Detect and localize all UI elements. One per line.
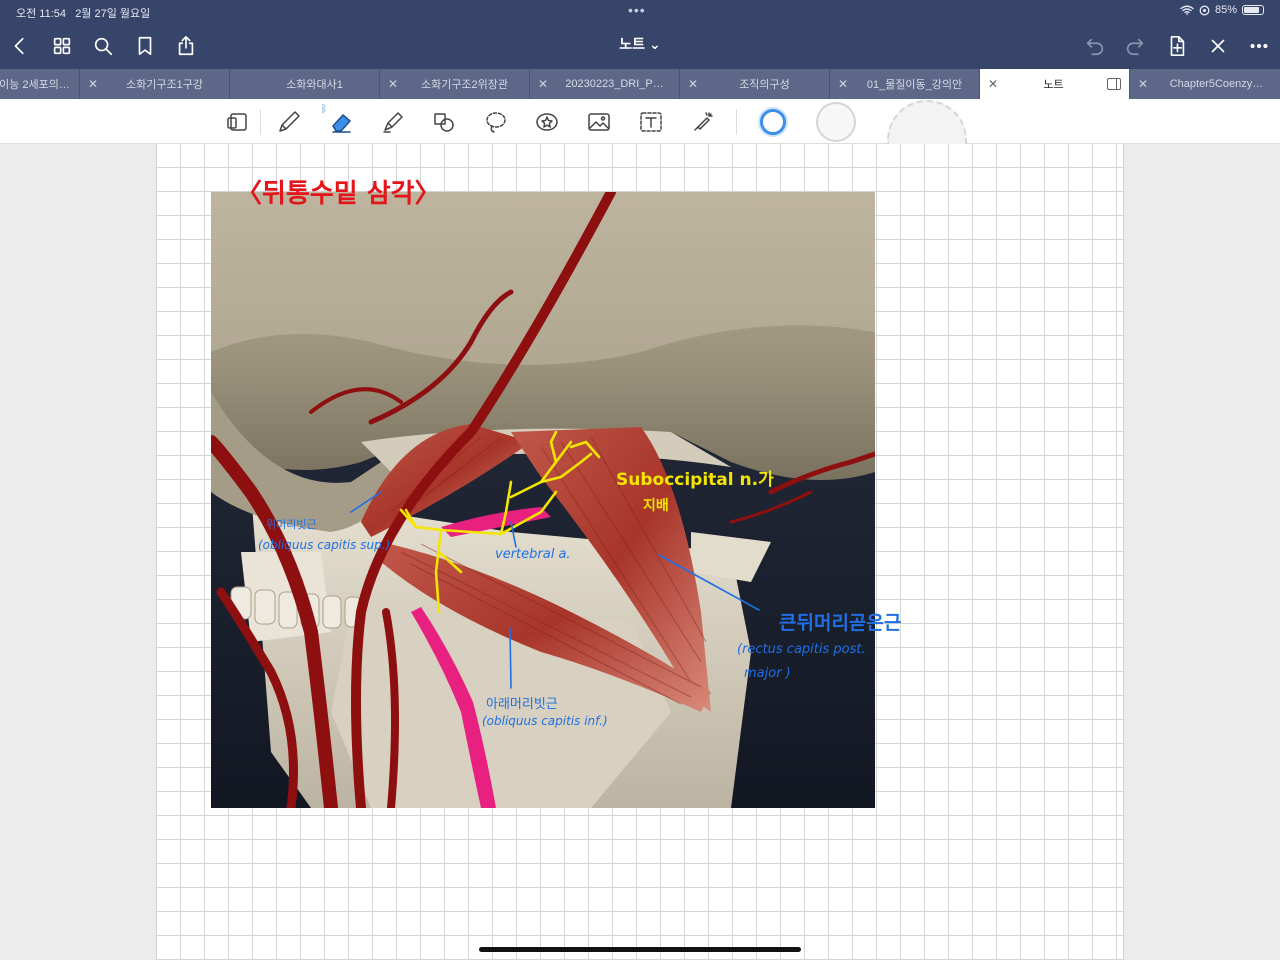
tab-1[interactable]: ✕ 소화기구조1구강: [80, 69, 230, 99]
wifi-icon: [1180, 5, 1194, 15]
sticker-icon: [536, 113, 558, 131]
tool-bar: ᛒ: [0, 99, 1280, 144]
annotation-oblique-inf-en: (obliquus capitis inf.): [482, 714, 608, 728]
image-icon: [588, 113, 610, 131]
battery-icon: [1242, 5, 1264, 15]
pen-tool[interactable]: [272, 105, 306, 139]
annotation-vertebral: vertebral a.: [495, 547, 571, 562]
multitasking-dots-icon[interactable]: •••: [628, 2, 646, 18]
close-tab-icon[interactable]: ✕: [380, 77, 406, 91]
top-bar: 오전 11:54 2월 27일 월요일 ••• 85% 노트 ⌄: [0, 0, 1280, 68]
back-button[interactable]: [6, 32, 34, 60]
tab-4[interactable]: ✕ 20230223_DRI_P…: [530, 69, 680, 99]
undo-button[interactable]: [1081, 32, 1109, 60]
redo-button[interactable]: [1121, 32, 1149, 60]
lasso-tool[interactable]: [479, 105, 513, 139]
annotation-oblique-sup-ko: 위머리빗근: [266, 518, 317, 531]
annotation-nerve: Suboccipital n.가: [616, 470, 774, 490]
search-button[interactable]: [89, 32, 117, 60]
color-swatch-selected[interactable]: [760, 109, 786, 135]
redo-icon: [1126, 38, 1144, 56]
bookmark-icon: [138, 36, 152, 56]
lasso-icon: [486, 112, 506, 133]
eraser-size-medium[interactable]: [816, 102, 856, 142]
chevron-left-icon: [14, 37, 24, 55]
eraser-size-large[interactable]: [887, 100, 967, 144]
status-right: 85%: [1180, 4, 1264, 16]
tab-partial[interactable]: 이능 2세포의…: [0, 69, 80, 99]
annotation-rectus-en-2: major ): [744, 666, 791, 681]
close-tab-icon[interactable]: ✕: [530, 77, 556, 91]
annotation-oblique-inf-ko: 아래머리빗근: [486, 697, 558, 712]
document-title-menu[interactable]: 노트 ⌄: [560, 34, 720, 54]
location-icon: [1199, 5, 1210, 15]
home-indicator[interactable]: [479, 947, 801, 952]
tool-divider: [260, 109, 261, 135]
shapes-tool[interactable]: [427, 105, 461, 139]
tab-2[interactable]: 소화와대사1: [230, 69, 380, 99]
tab-6[interactable]: ✕ 01_물질이동_강의안: [830, 69, 980, 99]
undo-icon: [1086, 38, 1104, 56]
close-tab-icon[interactable]: ✕: [680, 77, 706, 91]
text-tool[interactable]: [634, 105, 668, 139]
share-icon: [178, 36, 194, 56]
highlighter-icon: [383, 112, 403, 133]
tab-bar: 이능 2세포의… ✕ 소화기구조1구강 소화와대사1 ✕ 소화기구조2위장관 ✕…: [0, 68, 1280, 99]
add-page-button[interactable]: [1163, 32, 1191, 60]
read-mode-tool[interactable]: [221, 105, 255, 139]
battery-percent: 85%: [1214, 4, 1237, 16]
sticker-tool[interactable]: [530, 105, 564, 139]
tab-8[interactable]: ✕ Chapter5Coenzy…: [1130, 69, 1280, 99]
text-icon: [640, 112, 662, 132]
annotation-nerve-sub: 지배: [643, 498, 669, 514]
bluetooth-icon: ᛒ: [321, 104, 327, 115]
share-button[interactable]: [172, 32, 200, 60]
eraser-icon: [332, 114, 351, 133]
grid-icon: [53, 37, 71, 55]
annotation-rectus-en-1: (rectus capitis post.: [737, 642, 866, 657]
pen-icon: [279, 111, 300, 132]
tab-3[interactable]: ✕ 소화기구조2위장관: [380, 69, 530, 99]
laser-pointer-tool[interactable]: [686, 105, 720, 139]
close-icon: [1211, 39, 1225, 53]
more-button[interactable]: [1245, 32, 1273, 60]
close-tab-icon[interactable]: ✕: [830, 77, 856, 91]
read-mode-icon: [227, 113, 247, 131]
search-icon: [94, 37, 113, 56]
status-time: 오전 11:54 2월 27일 월요일: [16, 8, 151, 20]
annotation-oblique-sup-en: (obliquus capitis sup.): [258, 538, 391, 552]
tab-5[interactable]: ✕ 조직의구성: [680, 69, 830, 99]
add-page-icon: [1170, 36, 1185, 56]
shapes-icon: [434, 113, 454, 132]
laser-pointer-icon: [694, 112, 713, 131]
split-view-icon[interactable]: [1107, 78, 1121, 90]
highlighter-tool[interactable]: [376, 105, 410, 139]
annotation-rectus-ko: 큰뒤머리곧은근: [779, 612, 902, 634]
close-edit-button[interactable]: [1204, 32, 1232, 60]
close-tab-icon[interactable]: ✕: [1130, 77, 1156, 91]
close-tab-icon[interactable]: ✕: [980, 77, 1006, 91]
note-title: 〈뒤통수밑 삼각〉: [236, 179, 441, 209]
eraser-tool[interactable]: [324, 105, 358, 139]
bookmark-button[interactable]: [131, 32, 159, 60]
thumbnails-button[interactable]: [48, 32, 76, 60]
tab-active-note[interactable]: ✕ 노트: [980, 69, 1130, 99]
more-icon: [1250, 43, 1268, 49]
image-tool[interactable]: [582, 105, 616, 139]
close-tab-icon[interactable]: ✕: [80, 77, 106, 91]
tool-divider: [736, 109, 737, 135]
